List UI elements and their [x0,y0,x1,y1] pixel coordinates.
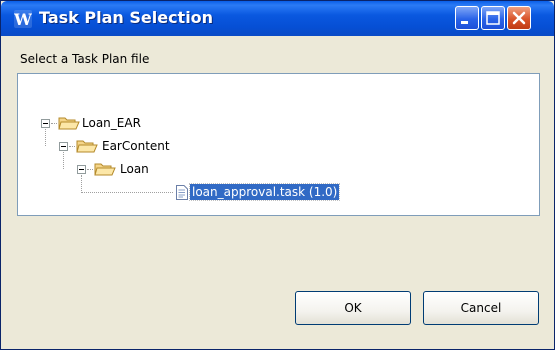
prompt-label: Select a Task Plan file [20,52,150,66]
folder-open-icon [94,163,116,176]
cancel-button[interactable]: Cancel [423,291,539,325]
svg-text:W: W [14,10,32,28]
tree-connector [81,192,173,194]
minimize-icon [461,21,468,24]
tree-connector [45,129,47,146]
close-icon [512,11,526,25]
tree-connector [69,146,75,148]
tree-connector [81,175,83,193]
tree-connector [51,123,57,125]
tree-node-label-selected[interactable]: loan_approval.task (1.0) [188,183,341,201]
collapse-toggle-loan-ear[interactable] [41,119,50,128]
task-plan-tree[interactable]: Loan_EAR EarContent Loan loan_approval.t… [17,73,540,216]
folder-open-icon [58,117,80,130]
close-button[interactable] [507,6,531,30]
collapse-toggle-earcontent[interactable] [59,142,68,151]
file-icon [176,185,188,200]
task-plan-selection-dialog: W Task Plan Selection Select a Task Plan… [0,0,555,350]
window-title: Task Plan Selection [39,8,214,27]
title-bar[interactable]: W Task Plan Selection [1,1,554,36]
tree-node-label[interactable]: Loan_EAR [82,115,141,131]
app-icon: W [14,10,32,28]
maximize-icon [486,11,500,25]
minimize-button[interactable] [455,6,479,30]
tree-node-label[interactable]: EarContent [102,138,170,154]
ok-button[interactable]: OK [295,291,411,325]
folder-open-icon [76,140,98,153]
tree-connector [63,152,65,169]
maximize-button[interactable] [481,6,505,30]
tree-node-label[interactable]: Loan [120,161,149,177]
tree-connector [87,169,93,171]
collapse-toggle-loan[interactable] [77,165,86,174]
